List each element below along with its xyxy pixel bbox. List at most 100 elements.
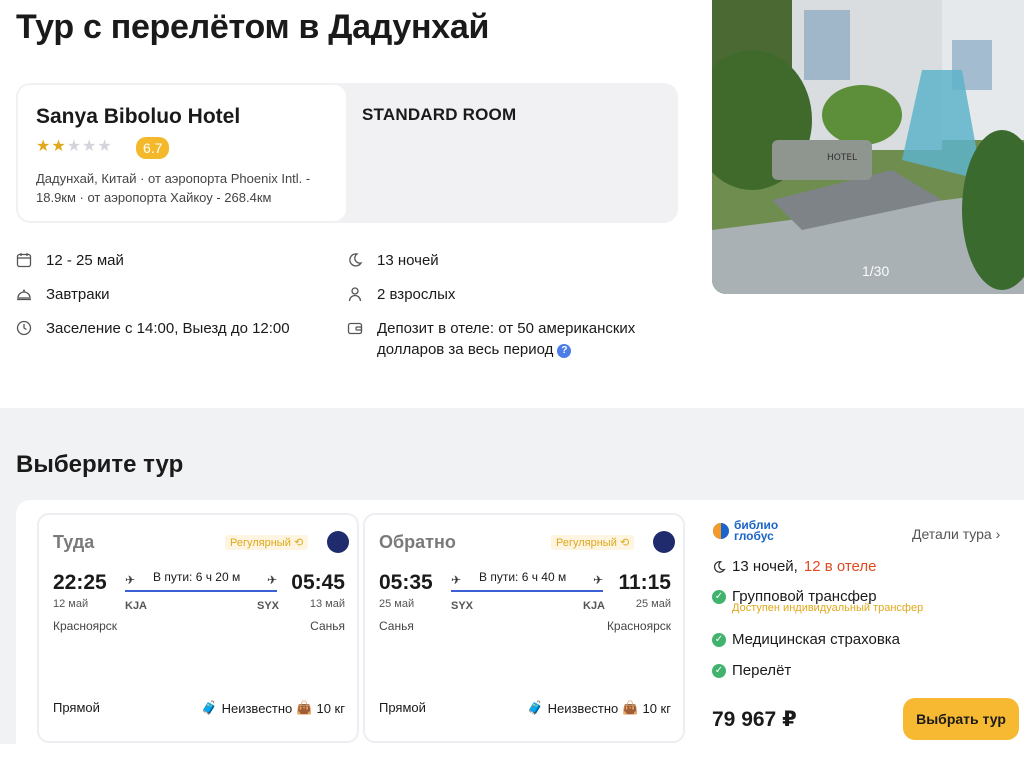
operator-logo[interactable]: библио глобус: [712, 519, 778, 543]
feature-insurance: ✓ Медицинская страховка: [712, 631, 900, 648]
tour-summary: библио глобус Детали тура › 13 ночей, 12 в…: [712, 500, 1024, 760]
star-empty-icon: ★: [97, 138, 112, 155]
fact-deposit: Депозит в отеле: от 50 американских долл…: [347, 318, 647, 360]
hotel-address: Дадунхай, Китай · от аэропорта Phoenix I…: [36, 171, 311, 205]
flight-duration: ✈ В пути: 6 ч 40 м ✈: [451, 570, 603, 592]
globe-logo-icon: [713, 523, 729, 539]
departure-time: 05:35: [379, 571, 433, 594]
arrival-airport-code: KJA: [583, 600, 606, 612]
landing-icon: ✈: [592, 573, 603, 587]
tour-selection-section: Выберите тур Туда Регулярный ⟲ 22:25 12 …: [0, 408, 1024, 760]
photo-counter: 1/30: [862, 263, 890, 279]
arrival-airport-code: SYX: [257, 600, 280, 612]
regular-label: Регулярный: [556, 537, 617, 549]
page-title: Тур с перелётом в Дадунхай: [16, 8, 490, 46]
calendar-icon: [16, 253, 32, 268]
wallet-icon: [347, 322, 363, 335]
fact-meal: Завтраки: [16, 284, 110, 305]
fact-nights: 13 ночей: [347, 250, 439, 271]
arrival-city: Красноярск: [606, 619, 671, 633]
tour-price: 79 967 ₽: [712, 708, 797, 731]
hotel-card-wrapper: Sanya Biboluo Hotel ★ ★ ★ ★ ★ 6.7 Дадунх…: [16, 83, 678, 223]
regular-label: Регулярный: [230, 537, 291, 549]
star-icon: ★: [51, 138, 66, 155]
nights-total: 13 ночей,: [732, 558, 798, 575]
departure-airport-code: SYX: [451, 600, 474, 612]
hotel-nights: 12 в отеле: [803, 558, 877, 575]
airline-logo-icon: [327, 531, 349, 553]
flight-duration: ✈ В пути: 6 ч 20 м ✈: [125, 570, 277, 592]
arrival-time: 05:45: [291, 571, 345, 594]
route-line: [125, 590, 277, 592]
tour-offer-card: Туда Регулярный ⟲ 22:25 12 май Красноярс…: [16, 500, 1024, 760]
check-icon: ✓: [712, 663, 726, 678]
departure-city: Санья: [379, 619, 414, 633]
handbag-icon: 👜: [622, 700, 639, 715]
suitcase-icon: 🧳: [201, 700, 218, 715]
duration-text: В пути: 6 ч 40 м: [479, 570, 567, 584]
hotel-stars: ★ ★ ★ ★ ★: [36, 138, 112, 156]
flight-direction: Обратно: [379, 532, 456, 552]
insurance-text: Медицинская страховка: [732, 631, 901, 648]
star-empty-icon: ★: [66, 138, 82, 155]
landing-icon: ✈: [266, 573, 277, 587]
departure-airport-code: KJA: [125, 600, 148, 612]
fact-dates: 12 - 25 май: [16, 250, 124, 271]
baggage-text: Неизвестно: [221, 700, 293, 716]
chevron-right-icon: ›: [995, 526, 1001, 542]
guests-text: 2 взрослых: [377, 286, 456, 303]
checkin-text: Заселение с 14:00, Выезд до 12:00: [46, 320, 290, 337]
flight-direction: Туда: [53, 532, 95, 552]
departure-city: Красноярск: [53, 619, 118, 633]
arrival-city: Санья: [310, 619, 345, 633]
takeoff-icon: ✈: [125, 573, 136, 587]
star-empty-icon: ★: [82, 138, 97, 155]
regular-badge: Регулярный ⟲: [551, 535, 635, 550]
section-title: Выберите тур: [16, 451, 184, 478]
feature-flight: ✓ Перелёт: [712, 662, 791, 679]
photo-sign-text: HOTEL: [827, 153, 857, 163]
history-icon: ⟲: [619, 537, 630, 549]
outbound-flight-card[interactable]: Туда Регулярный ⟲ 22:25 12 май Красноярс…: [37, 513, 359, 743]
dates-text: 12 - 25 май: [46, 252, 124, 269]
handbag-icon: 👜: [296, 700, 313, 715]
hotel-card[interactable]: Sanya Biboluo Hotel ★ ★ ★ ★ ★ 6.7 Дадунх…: [18, 85, 346, 221]
regular-badge: Регулярный ⟲: [225, 535, 309, 550]
hand-luggage-text: 10 кг: [316, 700, 345, 716]
hotel-photo-image: HOTEL: [712, 0, 1024, 294]
suitcase-icon: 🧳: [527, 700, 544, 715]
deposit-block: Депозит в отеле: от 50 американских долл…: [377, 318, 647, 360]
check-icon: ✓: [712, 589, 726, 604]
hotel-photo[interactable]: HOTEL 1/30: [712, 0, 1024, 294]
baggage-info: 🧳 Неизвестно 👜 10 кг: [527, 700, 671, 716]
clock-icon: [16, 320, 32, 336]
flight-text: Перелёт: [732, 662, 792, 679]
check-icon: ✓: [712, 632, 726, 647]
hotel-name[interactable]: Sanya Biboluo Hotel: [36, 105, 240, 129]
tour-details-link[interactable]: Детали тура ›: [912, 526, 1000, 542]
hotel-overview: Тур с перелётом в Дадунхай Sanya Biboluo…: [0, 0, 1024, 408]
fact-checkin: Заселение с 14:00, Выезд до 12:00: [16, 318, 290, 339]
person-icon: [348, 287, 362, 302]
operator-line2: глобус: [734, 529, 774, 543]
departure-date: 25 май: [379, 598, 415, 610]
return-flight-card[interactable]: Обратно Регулярный ⟲ 05:35 25 май Санья …: [363, 513, 685, 743]
moon-icon: [349, 253, 363, 267]
room-type: STANDARD ROOM: [362, 105, 517, 124]
baggage-text: Неизвестно: [547, 700, 619, 716]
transfer-note[interactable]: Доступен индивидуальный трансфер: [732, 602, 923, 614]
departure-time: 22:25: [53, 571, 107, 594]
select-tour-button[interactable]: Выбрать тур: [903, 698, 1019, 740]
help-icon[interactable]: ?: [557, 344, 572, 358]
fact-guests: 2 взрослых: [347, 284, 455, 305]
rating-badge: 6.7: [136, 137, 170, 159]
flight-type: Прямой: [379, 700, 426, 715]
airline-logo-icon: [653, 531, 675, 553]
departure-date: 12 май: [53, 598, 89, 610]
hand-luggage-text: 10 кг: [642, 700, 671, 716]
tour-details-label: Детали тура: [912, 526, 992, 542]
history-icon: ⟲: [293, 537, 304, 549]
operator-name: библио глобус: [734, 519, 778, 543]
moon-icon: [713, 560, 726, 573]
route-line: [451, 590, 603, 592]
